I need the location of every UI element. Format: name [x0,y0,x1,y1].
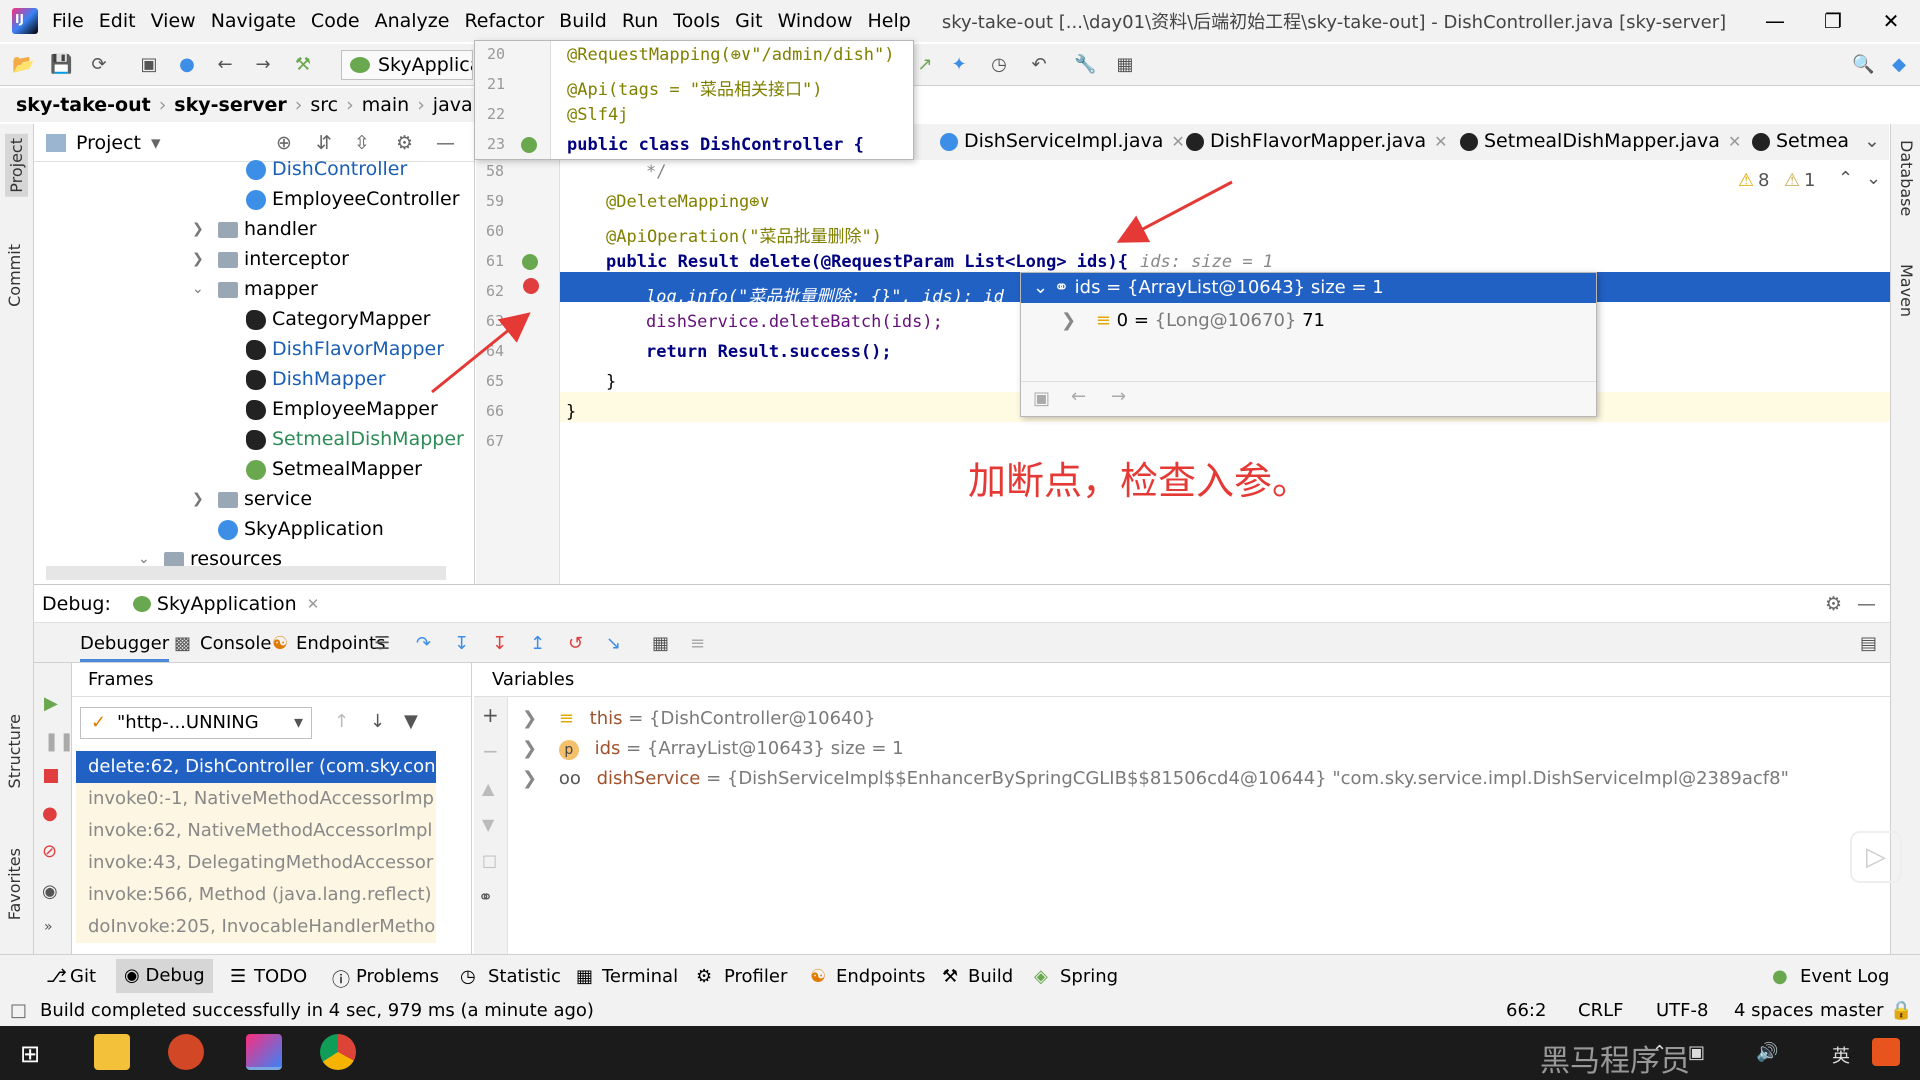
annotation-arrows [431,180,1233,394]
arrow-to-ids [1116,180,1233,243]
arrow-to-breakpoint [431,312,531,394]
